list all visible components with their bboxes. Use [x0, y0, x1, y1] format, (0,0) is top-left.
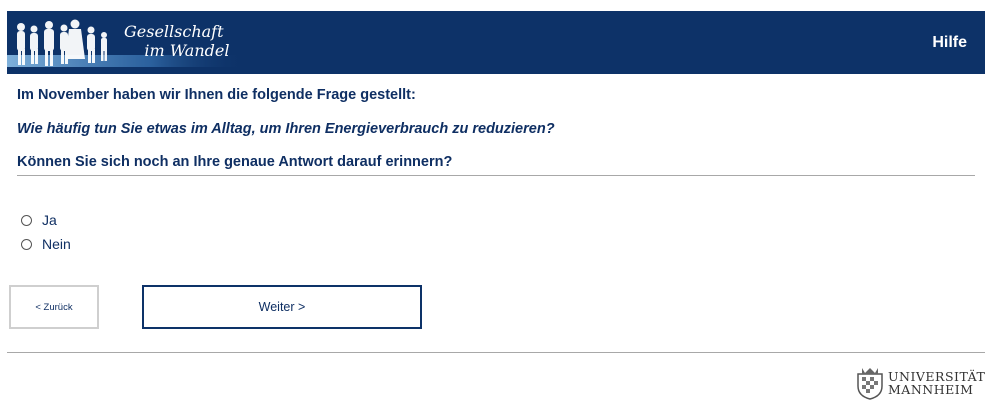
header-banner: Gesellschaft im Wandel Hilfe — [7, 11, 985, 74]
option-ja[interactable]: Ja — [21, 212, 57, 228]
radio-ja[interactable] — [21, 214, 32, 226]
option-nein-label[interactable]: Nein — [42, 236, 71, 252]
help-link[interactable]: Hilfe — [932, 34, 967, 52]
question-divider — [17, 175, 975, 176]
gesellschaft-im-wandel-logo: Gesellschaft im Wandel — [7, 11, 267, 74]
back-button[interactable]: < Zurück — [9, 285, 99, 329]
footer-divider — [7, 352, 985, 353]
logo-text: Gesellschaft im Wandel — [124, 22, 230, 60]
option-nein[interactable]: Nein — [21, 236, 71, 252]
question-quoted: Wie häufig tun Sie etwas im Alltag, um I… — [17, 121, 555, 137]
next-button[interactable]: Weiter > — [142, 285, 422, 329]
university-name: UNIVERSITÄT MANNHEIM — [888, 369, 986, 397]
radio-nein[interactable] — [21, 238, 32, 250]
question-prompt: Können Sie sich noch an Ihre genaue Antw… — [17, 154, 453, 170]
option-ja-label[interactable]: Ja — [42, 212, 57, 228]
university-mannheim-logo: UNIVERSITÄT MANNHEIM — [854, 364, 986, 404]
question-intro: Im November haben wir Ihnen die folgende… — [17, 87, 416, 103]
university-seal-icon — [857, 368, 883, 400]
